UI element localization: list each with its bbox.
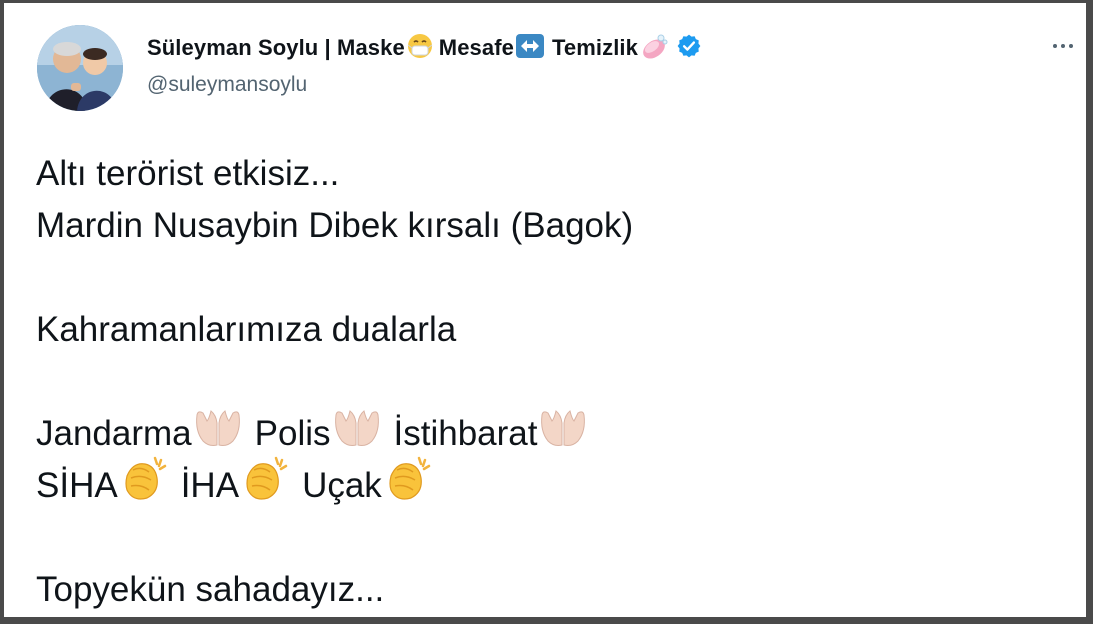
left-right-arrow-emoji [515, 32, 545, 65]
word-polis: Polis [254, 414, 331, 453]
verified-badge-icon [676, 33, 702, 64]
word-istihbarat: İstihbarat [393, 414, 538, 453]
tweet-card[interactable]: Süleyman Soylu | Maske Mesafe Temizlik @… [4, 3, 1086, 617]
palms-up-together-emoji [332, 405, 382, 464]
tweet-line: Topyekün sahadayız... [36, 570, 385, 609]
author-name[interactable]: Süleyman Soylu | Maske [147, 35, 405, 61]
palms-up-together-emoji [193, 405, 243, 464]
tweet-text: Altı terörist etkisiz... Mardin Nusaybin… [36, 148, 1046, 616]
author-name-mid[interactable]: Mesafe [439, 35, 514, 61]
soap-emoji [639, 32, 669, 65]
tweet-line: Kahramanlarımıza dualarla [36, 310, 457, 349]
clapping-hands-emoji [240, 456, 290, 517]
mask-face-emoji [406, 32, 434, 65]
clapping-hands-emoji [119, 456, 169, 517]
palms-up-together-emoji [538, 405, 588, 464]
author-handle[interactable]: @suleymansoylu [147, 73, 307, 97]
word-siha: SİHA [36, 466, 118, 505]
tweet-line: Altı terörist etkisiz... [36, 154, 340, 193]
word-iha: İHA [180, 466, 240, 505]
tweet-line-aircraft: SİHA İHA Uçak [36, 456, 1046, 512]
author-name-end[interactable]: Temizlik [552, 35, 638, 61]
clapping-hands-emoji [383, 456, 433, 517]
word-jandarma: Jandarma [36, 414, 192, 453]
avatar[interactable] [37, 25, 123, 111]
more-options-icon[interactable] [1046, 35, 1080, 57]
tweet-line-units: Jandarma Polis İstihbarat [36, 408, 1046, 460]
screenshot-frame: Süleyman Soylu | Maske Mesafe Temizlik @… [0, 0, 1093, 624]
tweet-line: Mardin Nusaybin Dibek kırsalı (Bagok) [36, 206, 634, 245]
word-ucak: Uçak [302, 466, 382, 505]
author-name-row[interactable]: Süleyman Soylu | Maske Mesafe Temizlik [147, 33, 702, 63]
